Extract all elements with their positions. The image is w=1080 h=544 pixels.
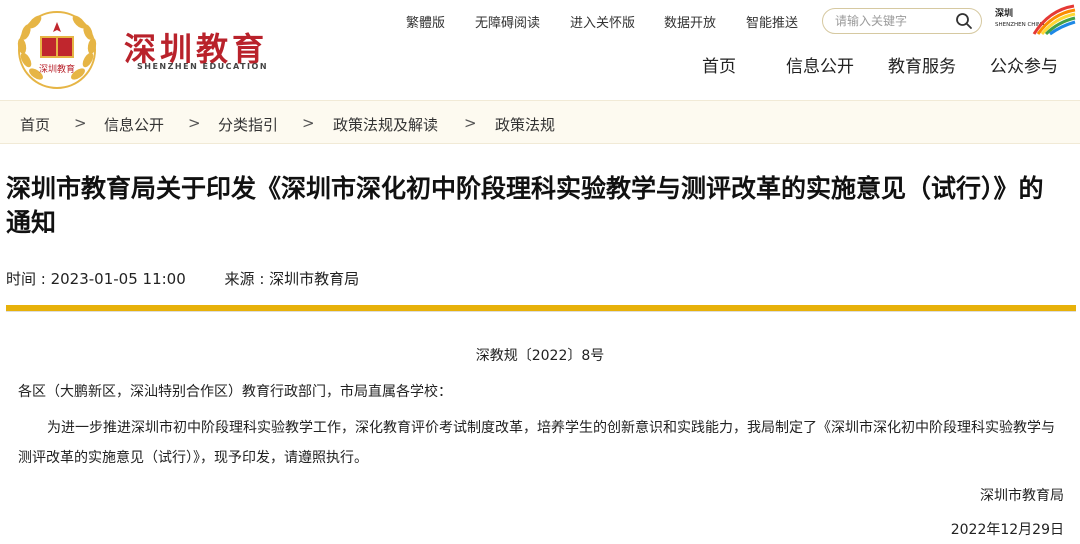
open-data-link[interactable]: 数据开放 bbox=[664, 12, 716, 31]
nav-information-disclosure[interactable]: 信息公开 bbox=[786, 52, 854, 77]
title-divider-shadow bbox=[6, 311, 1076, 312]
breadcrumb-home[interactable]: 首页 bbox=[20, 114, 50, 135]
search-icon[interactable] bbox=[955, 12, 973, 30]
breadcrumb-policy-interpretation[interactable]: 政策法规及解读 bbox=[333, 114, 438, 135]
breadcrumb-policy-regulations[interactable]: 政策法规 bbox=[495, 114, 555, 135]
article-meta: 时间 : 2023-01-05 11:00 来源 : 深圳市教育局 bbox=[6, 268, 393, 289]
article-title: 深圳市教育局关于印发《深圳市深化初中阶段理科实验教学与测评改革的实施意见（试行）… bbox=[6, 174, 1044, 237]
search-box bbox=[822, 8, 982, 34]
care-mode-link[interactable]: 进入关怀版 bbox=[570, 12, 635, 31]
education-emblem-icon[interactable]: 深圳教育 bbox=[12, 8, 102, 92]
traditional-chinese-link[interactable]: 繁體版 bbox=[406, 12, 445, 31]
nav-public-participation[interactable]: 公众参与 bbox=[990, 52, 1058, 77]
accessibility-reading-link[interactable]: 无障碍阅读 bbox=[475, 12, 540, 31]
breadcrumb-separator: > bbox=[74, 114, 87, 132]
breadcrumb: 首页 > 信息公开 > 分类指引 > 政策法规及解读 > 政策法规 bbox=[0, 100, 1080, 144]
breadcrumb-separator: > bbox=[302, 114, 315, 132]
document-number: 深教规〔2022〕8号 bbox=[475, 348, 605, 364]
smart-push-link[interactable]: 智能推送 bbox=[746, 12, 798, 31]
nav-home[interactable]: 首页 bbox=[702, 52, 736, 77]
nav-education-services[interactable]: 教育服务 bbox=[888, 52, 956, 77]
search-input[interactable] bbox=[835, 12, 953, 30]
breadcrumb-category-guide[interactable]: 分类指引 bbox=[218, 114, 278, 135]
breadcrumb-separator: > bbox=[188, 114, 201, 132]
breadcrumb-information-disclosure[interactable]: 信息公开 bbox=[104, 114, 164, 135]
document-recipients: 各区（大鹏新区，深汕特别合作区）教育行政部门，市局直属各学校： bbox=[18, 384, 452, 400]
document-signer: 深圳市教育局 bbox=[980, 488, 1064, 504]
svg-text:深圳: 深圳 bbox=[995, 7, 1013, 19]
article-source: 来源 : 深圳市教育局 bbox=[224, 270, 360, 288]
main-navigation: 首页 信息公开 教育服务 公众参与 bbox=[0, 52, 1080, 77]
document-sign-date: 2022年12月29日 bbox=[950, 522, 1064, 538]
breadcrumb-separator: > bbox=[464, 114, 477, 132]
publish-time: 时间 : 2023-01-05 11:00 bbox=[6, 270, 186, 288]
document-body: 为进一步推进深圳市初中阶段理科实验教学工作，深化教育评价考试制度改革，培养学生的… bbox=[18, 420, 1055, 466]
site-header: 深圳教育 深圳教育 SHENZHEN EDUCATION 繁體版 无障碍阅读 进… bbox=[0, 0, 1080, 100]
shenzhen-china-logo-icon[interactable]: 深圳 SHENZHEN CHINA bbox=[994, 4, 1076, 36]
